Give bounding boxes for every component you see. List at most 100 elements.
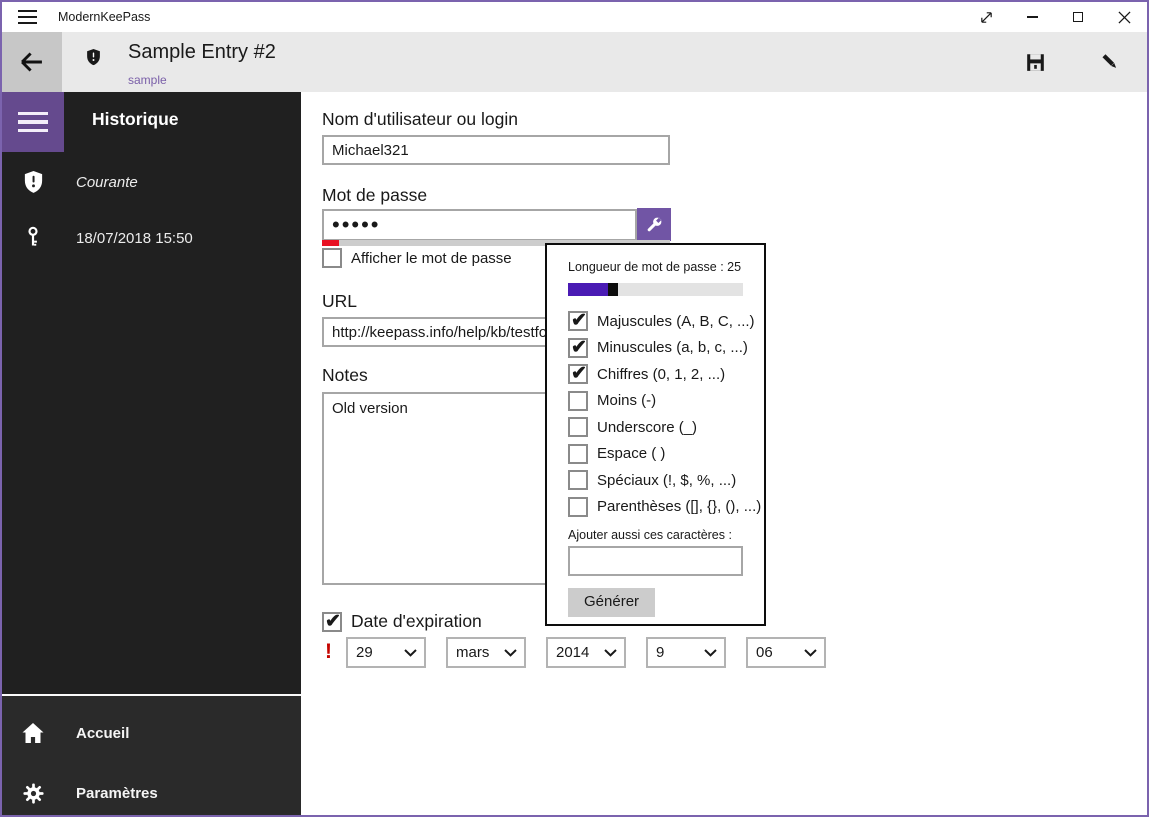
password-input[interactable] (322, 209, 637, 241)
option-label: Spéciaux (!, $, %, ...) (597, 471, 737, 489)
username-input[interactable] (322, 135, 670, 165)
titlebar-hamburger-icon[interactable] (18, 10, 37, 24)
sidebar-item-home[interactable]: Accueil (2, 713, 301, 753)
day-value: 29 (356, 644, 373, 661)
save-icon (1026, 53, 1044, 71)
history-item-snapshot[interactable]: 18/07/2018 15:50 (2, 218, 301, 258)
close-icon (1117, 10, 1131, 24)
option-label: Chiffres (0, 1, 2, ...) (597, 365, 726, 383)
checkbox-icon[interactable] (568, 309, 588, 332)
password-label: Mot de passe (322, 185, 428, 205)
option-label: Underscore (_) (597, 418, 698, 436)
generate-button[interactable]: Générer (568, 588, 656, 617)
expiration-year-select[interactable]: 2014 (546, 637, 626, 668)
maximize-icon (1073, 12, 1083, 22)
expiration-month-select[interactable]: mars (446, 637, 526, 668)
month-value: mars (456, 644, 490, 661)
option-label: Moins (-) (597, 392, 657, 410)
key-icon (2, 225, 64, 251)
back-arrow-icon (21, 52, 42, 72)
option-label: Espace ( ) (597, 445, 666, 463)
checkbox-icon[interactable] (322, 248, 342, 268)
checkbox-icon[interactable] (568, 417, 588, 438)
entry-title: Sample Entry #2 (128, 41, 276, 63)
save-button[interactable] (1011, 32, 1059, 92)
option-minus[interactable]: Moins (-) (568, 388, 743, 415)
checkbox-icon[interactable] (568, 470, 588, 491)
option-brackets[interactable]: Parenthèses ([], {}, (), ...) (568, 494, 761, 521)
option-underscore[interactable]: Underscore (_) (568, 414, 743, 441)
year-value: 2014 (556, 644, 590, 661)
option-uppercase[interactable]: Majuscules (A, B, C, ...) (568, 308, 755, 335)
history-item-label: Courante (76, 173, 138, 191)
generate-password-button[interactable] (637, 208, 671, 241)
slider-thumb[interactable] (608, 283, 619, 296)
checkbox-icon[interactable] (568, 496, 588, 517)
chevron-down-icon (604, 648, 617, 657)
minute-value: 06 (756, 644, 773, 661)
chevron-down-icon (404, 648, 417, 657)
extra-chars-label: Ajouter aussi ces caractères : (568, 528, 732, 542)
password-strength-fill (322, 240, 340, 246)
chevron-down-icon (504, 648, 517, 657)
url-label: URL (322, 291, 358, 311)
edit-button[interactable] (1086, 32, 1134, 92)
checkbox-icon[interactable] (322, 610, 342, 633)
extra-chars-input[interactable] (568, 546, 743, 576)
option-special[interactable]: Spéciaux (!, $, %, ...) (568, 467, 743, 494)
expiration-day-select[interactable]: 29 (346, 637, 426, 668)
option-label: Minuscules (a, b, c, ...) (597, 339, 748, 357)
app-window: ModernKeePass Sample Entry #2 sample His… (0, 0, 1149, 817)
fullscreen-icon (980, 11, 992, 23)
username-label: Nom d'utilisateur ou login (322, 109, 518, 129)
option-label: Parenthèses ([], {}, (), ...) (597, 498, 762, 516)
entry-header: Sample Entry #2 sample (2, 32, 1147, 92)
option-label: Majuscules (A, B, C, ...) (597, 312, 755, 330)
sidebar-title: Historique (92, 109, 179, 129)
history-item-current[interactable]: Courante (2, 162, 301, 202)
hour-value: 9 (656, 644, 665, 661)
option-lowercase[interactable]: Minuscules (a, b, c, ...) (568, 335, 748, 362)
checkbox-icon[interactable] (568, 336, 588, 359)
slider-fill (568, 283, 609, 296)
app-title: ModernKeePass (58, 10, 151, 24)
wrench-icon (647, 217, 662, 231)
expiration-warning-icon: ! (325, 640, 332, 663)
password-generator-popup: Longueur de mot de passe : 25 Majuscules… (545, 243, 766, 626)
nav-menu-button[interactable] (2, 92, 64, 152)
close-button[interactable] (1101, 2, 1147, 32)
option-digits[interactable]: Chiffres (0, 1, 2, ...) (568, 361, 743, 388)
expiration-checkbox[interactable]: Date d'expiration (322, 610, 482, 633)
chevron-down-icon (804, 648, 817, 657)
home-icon (2, 722, 64, 744)
password-length-slider[interactable] (568, 283, 743, 296)
checkbox-icon[interactable] (568, 443, 588, 464)
show-password-checkbox[interactable]: Afficher le mot de passe (322, 248, 512, 268)
history-item-label: 18/07/2018 15:50 (76, 229, 193, 247)
expiration-hour-select[interactable]: 9 (646, 637, 726, 668)
sidebar-footer: Accueil Paramètres (2, 694, 301, 815)
minimize-icon (1026, 16, 1038, 18)
chevron-down-icon (704, 648, 717, 657)
entry-group-link[interactable]: sample (128, 73, 167, 87)
password-length-label: Longueur de mot de passe : 25 (568, 260, 742, 274)
entry-shield-icon (85, 48, 102, 72)
checkbox-icon[interactable] (568, 390, 588, 411)
maximize-button[interactable] (1055, 2, 1101, 32)
show-password-label: Afficher le mot de passe (351, 249, 512, 267)
expiration-minute-select[interactable]: 06 (746, 637, 826, 668)
checkbox-icon[interactable] (568, 362, 588, 385)
fullscreen-button[interactable] (963, 2, 1009, 32)
back-button[interactable] (2, 32, 62, 92)
sidebar-item-label: Accueil (76, 724, 130, 742)
shield-exclamation-icon (2, 170, 64, 195)
notes-label: Notes (322, 365, 368, 385)
minimize-button[interactable] (1009, 2, 1055, 32)
titlebar: ModernKeePass (2, 2, 1147, 32)
expiration-label: Date d'expiration (351, 611, 482, 631)
sidebar-item-settings[interactable]: Paramètres (2, 773, 301, 813)
window-controls (963, 2, 1147, 32)
sidebar-item-label: Paramètres (76, 784, 158, 802)
character-options: Majuscules (A, B, C, ...) Minuscules (a,… (568, 308, 761, 521)
option-space[interactable]: Espace ( ) (568, 441, 743, 468)
